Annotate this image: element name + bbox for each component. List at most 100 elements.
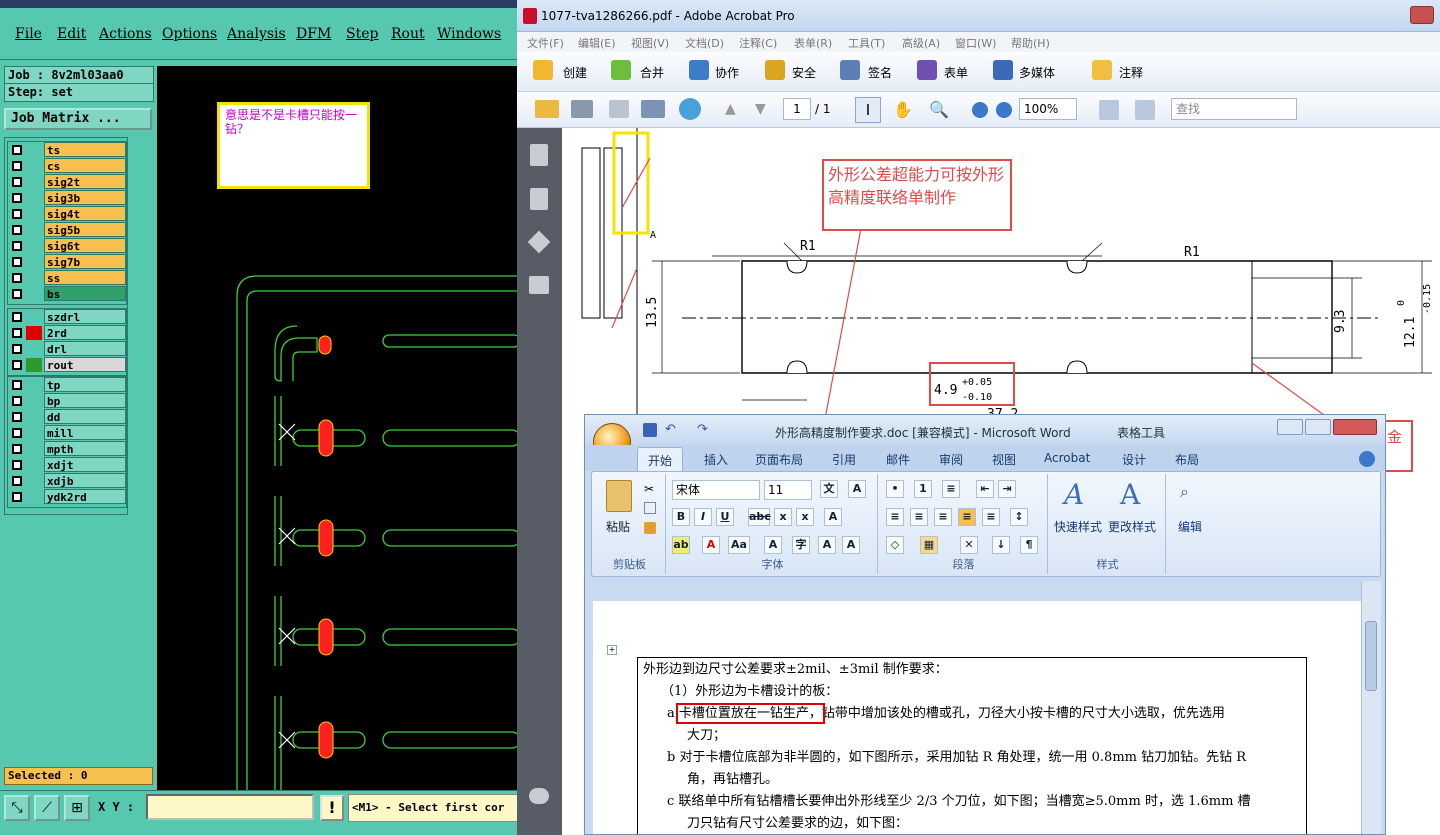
layer-checkbox[interactable] (12, 476, 22, 486)
copy-icon[interactable] (644, 502, 656, 514)
acro-menu-comments[interactable]: 注释(C) (739, 35, 777, 51)
layer-checkbox[interactable] (12, 193, 22, 203)
acro-menu-tools[interactable]: 工具(T) (848, 35, 885, 51)
tab-insert[interactable]: 插入 (704, 451, 728, 468)
document-page[interactable]: + 外形边到边尺寸公差要求±2mil、±3mil 制作要求： （1）外形边为卡槽… (593, 601, 1361, 834)
layer-name[interactable]: ss (44, 270, 126, 285)
find-icon[interactable]: ⌕ (1180, 482, 1189, 502)
tab-mailings[interactable]: 邮件 (886, 451, 910, 468)
clear-format-icon[interactable]: A (824, 508, 842, 526)
bold-icon[interactable]: B (672, 508, 690, 526)
vertical-scrollbar[interactable] (1361, 581, 1381, 834)
distribute-icon[interactable]: ≡ (982, 508, 1000, 526)
align-right-icon[interactable]: ≡ (934, 508, 952, 526)
open-folder-icon[interactable] (535, 100, 559, 118)
borders-icon[interactable]: ▦ (920, 536, 938, 554)
acro-menu-window[interactable]: 窗口(W) (955, 35, 996, 51)
print-icon[interactable] (571, 100, 593, 118)
menu-windows[interactable]: Windows (437, 26, 501, 42)
close-icon[interactable] (1333, 419, 1377, 435)
editing-button[interactable]: 编辑 (1178, 518, 1202, 535)
close-icon[interactable] (1410, 6, 1434, 24)
help-icon[interactable] (1359, 451, 1375, 467)
menu-analysis[interactable]: Analysis (227, 26, 286, 42)
layer-name[interactable]: sig3b (44, 190, 126, 205)
change-styles-icon[interactable]: A (1120, 478, 1140, 511)
grid-tool-icon[interactable]: ⊞ (64, 795, 90, 821)
sort-icon[interactable]: ↓ (992, 536, 1010, 554)
enclose-char-icon[interactable]: 字 (792, 536, 810, 554)
search-input[interactable]: 查找 (1171, 98, 1297, 120)
undo-icon[interactable]: ↶ (665, 422, 676, 437)
zoom-in-icon[interactable] (996, 102, 1012, 118)
format-painter-icon[interactable] (644, 522, 656, 534)
quick-styles-icon[interactable]: A (1064, 478, 1084, 511)
layer-name[interactable]: mpth (44, 441, 126, 456)
decrease-indent-icon[interactable]: ⇤ (976, 480, 994, 498)
comments-pane-icon[interactable] (529, 788, 549, 804)
layer-checkbox[interactable] (12, 444, 22, 454)
layer-row[interactable]: mill (8, 425, 126, 441)
layer-row[interactable]: ts (8, 142, 126, 158)
layer-name[interactable]: 2rd (44, 325, 126, 340)
layers-icon[interactable] (527, 230, 551, 254)
menu-file[interactable]: File (15, 26, 42, 42)
cut-icon[interactable]: ✂ (644, 482, 654, 496)
shading-icon[interactable]: ◇ (886, 536, 904, 554)
layer-row[interactable]: ss (8, 270, 126, 286)
layer-name[interactable]: szdrl (44, 309, 126, 324)
layer-checkbox[interactable] (12, 428, 22, 438)
menu-edit[interactable]: Edit (57, 26, 86, 42)
layer-name[interactable]: cs (44, 158, 126, 173)
layer-checkbox[interactable] (12, 177, 22, 187)
grow-font-icon[interactable]: A (818, 536, 836, 554)
layer-checkbox[interactable] (12, 209, 22, 219)
alert-button[interactable]: ! (320, 795, 344, 821)
font-size-select[interactable]: 11 (764, 480, 812, 500)
fit-page-icon[interactable] (1135, 100, 1155, 120)
tab-design[interactable]: 设计 (1122, 451, 1146, 468)
layer-name[interactable]: bp (44, 393, 126, 408)
select-tool-icon[interactable]: I (855, 97, 881, 123)
zoom-out-icon[interactable] (972, 102, 988, 118)
layer-name[interactable]: mill (44, 425, 126, 440)
chinese-layout-icon[interactable]: ✕ (960, 536, 978, 554)
phonetic-guide-icon[interactable]: 文 (820, 480, 838, 498)
acro-menu-document[interactable]: 文档(D) (685, 35, 724, 51)
layer-checkbox[interactable] (12, 360, 22, 370)
menu-actions[interactable]: Actions (99, 26, 152, 42)
multilevel-list-icon[interactable]: ≡ (942, 480, 960, 498)
layer-checkbox[interactable] (12, 492, 22, 502)
justify-icon[interactable]: ≡ (958, 508, 976, 526)
sign-button[interactable]: 签名 (868, 64, 892, 81)
collaborate-button[interactable]: 协作 (715, 64, 739, 81)
layer-row[interactable]: sig7b (8, 254, 126, 270)
layer-row[interactable]: sig5b (8, 222, 126, 238)
layer-name[interactable]: sig7b (44, 254, 126, 269)
redo-icon[interactable]: ↷ (697, 422, 708, 437)
bookmarks-icon[interactable] (530, 188, 548, 210)
tab-page-layout[interactable]: 页面布局 (755, 451, 803, 468)
prev-page-icon[interactable]: ▲ (725, 101, 736, 117)
menu-options[interactable]: Options (162, 26, 217, 42)
save-icon[interactable] (643, 423, 657, 437)
layer-checkbox[interactable] (12, 460, 22, 470)
layer-row[interactable]: ydk2rd (8, 489, 126, 505)
paste-icon[interactable] (606, 480, 632, 512)
acro-menu-help[interactable]: 帮助(H) (1011, 35, 1050, 51)
underline-icon[interactable]: U (716, 508, 734, 526)
menu-rout[interactable]: Rout (391, 26, 425, 42)
font-name-select[interactable]: 宋体 (672, 480, 760, 500)
tab-view[interactable]: 视图 (992, 451, 1016, 468)
create-button[interactable]: 创建 (563, 64, 587, 81)
acro-menu-file[interactable]: 文件(F) (527, 35, 564, 51)
comment-button[interactable]: 注释 (1119, 64, 1143, 81)
layer-row[interactable]: szdrl (8, 309, 126, 325)
acro-menu-view[interactable]: 视图(V) (631, 35, 669, 51)
layer-name[interactable]: tp (44, 377, 126, 392)
layer-row[interactable]: sig3b (8, 190, 126, 206)
tab-references[interactable]: 引用 (832, 451, 856, 468)
layer-name[interactable]: ts (44, 142, 126, 157)
layer-checkbox[interactable] (12, 273, 22, 283)
layer-row[interactable]: mpth (8, 441, 126, 457)
